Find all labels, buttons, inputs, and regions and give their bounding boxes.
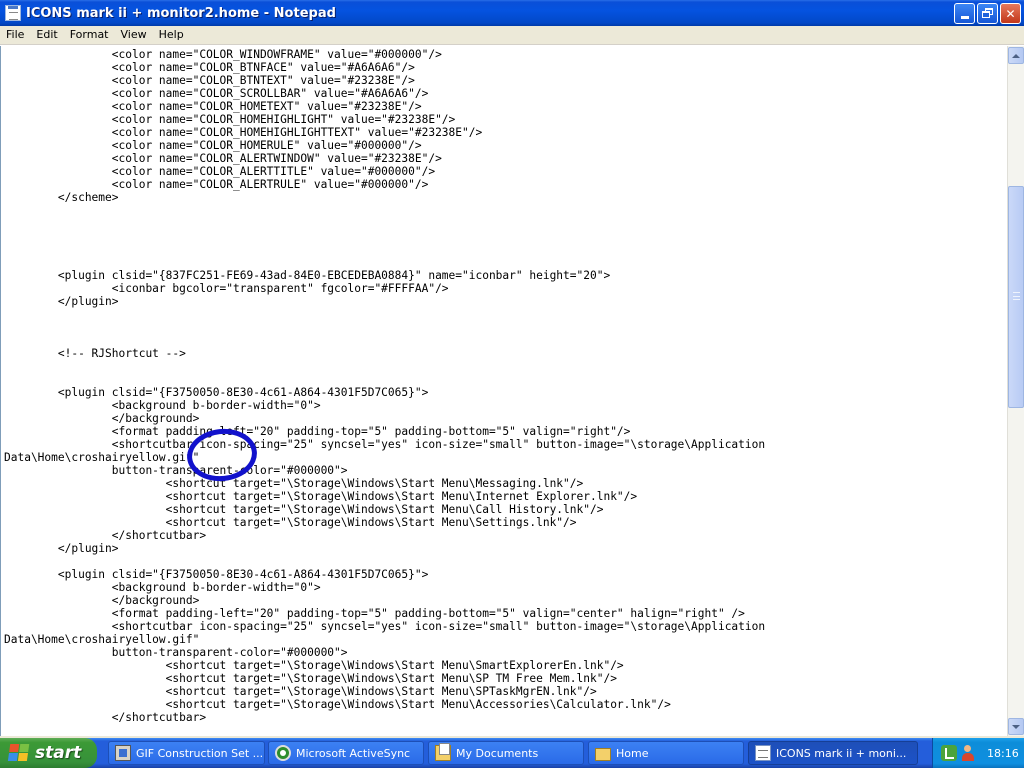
user-tray-icon[interactable] <box>960 745 976 761</box>
text-line: Data\Home\croshairyellow.gif" <box>4 633 200 646</box>
text-line: <background b-border-width="0"> <box>4 581 321 594</box>
menu-help[interactable]: Help <box>153 26 190 45</box>
notepad-icon <box>755 745 771 761</box>
text-line: button-transparent-color="#000000"> <box>4 464 348 477</box>
vertical-scrollbar[interactable] <box>1007 46 1024 736</box>
text-line: <color name="COLOR_HOMEHIGHLIGHTTEXT" va… <box>4 126 483 139</box>
my-documents-icon <box>435 743 451 761</box>
text-line: <plugin clsid="{F3750050-8E30-4c61-A864-… <box>4 386 429 399</box>
scroll-up-button[interactable] <box>1008 47 1024 64</box>
activesync-tray-icon[interactable] <box>941 745 957 761</box>
text-line: <color name="COLOR_BTNTEXT" value="#2323… <box>4 74 415 87</box>
close-button[interactable]: ✕ <box>1000 3 1021 24</box>
restore-button[interactable] <box>977 3 998 24</box>
text-line: <shortcutbar icon-spacing="25" syncsel="… <box>4 438 766 451</box>
text-line: <shortcut target="\Storage\Windows\Start… <box>4 516 577 529</box>
scroll-down-button[interactable] <box>1008 718 1024 735</box>
title-bar[interactable]: ICONS mark ii + monitor2.home - Notepad … <box>0 0 1024 26</box>
taskbar-item-gif-construction[interactable]: GIF Construction Set ... <box>108 741 265 765</box>
menu-file[interactable]: File <box>0 26 30 45</box>
text-line: <color name="COLOR_ALERTWINDOW" value="#… <box>4 152 442 165</box>
text-line: <!-- RJShortcut --> <box>4 347 186 360</box>
windows-logo-icon <box>7 744 31 762</box>
text-line: </plugin> <box>4 295 119 308</box>
restore-icon <box>982 8 993 19</box>
start-label: start <box>35 743 82 763</box>
taskbar-item-activesync[interactable]: Microsoft ActiveSync <box>268 741 424 765</box>
text-line: <shortcut target="\Storage\Windows\Start… <box>4 685 597 698</box>
task-label: Microsoft ActiveSync <box>296 746 411 760</box>
text-line: </shortcutbar> <box>4 711 207 724</box>
text-line: <shortcutbar icon-spacing="25" syncsel="… <box>4 620 766 633</box>
window-title: ICONS mark ii + monitor2.home - Notepad <box>26 5 336 21</box>
text-line: <iconbar bgcolor="transparent" fgcolor="… <box>4 282 449 295</box>
taskbar-item-home[interactable]: Home <box>588 741 744 765</box>
minimize-icon <box>960 16 969 19</box>
taskbar-item-my-documents[interactable]: My Documents <box>428 741 584 765</box>
editor-content[interactable]: <color name="COLOR_WINDOWFRAME" value="#… <box>1 46 1007 724</box>
system-tray: 18:16 <box>932 738 1024 768</box>
text-line: <plugin clsid="{837FC251-FE69-43ad-84E0-… <box>4 269 611 282</box>
text-line: <shortcut target="\Storage\Windows\Start… <box>4 490 638 503</box>
menu-bar: File Edit Format View Help <box>0 26 1024 45</box>
text-line: </background> <box>4 594 200 607</box>
activesync-icon <box>275 745 291 761</box>
text-line: <format padding-left="20" padding-top="5… <box>4 607 745 620</box>
text-line: </plugin> <box>4 542 119 555</box>
text-line: button-transparent-color="#000000"> <box>4 646 348 659</box>
text-editor[interactable]: <color name="COLOR_WINDOWFRAME" value="#… <box>0 46 1007 736</box>
text-line: </shortcutbar> <box>4 529 207 542</box>
text-line: <format padding-left="20" padding-top="5… <box>4 425 631 438</box>
text-line: <shortcut target="\Storage\Windows\Start… <box>4 477 584 490</box>
task-label: Home <box>616 746 649 760</box>
task-label: ICONS mark ii + moni... <box>776 746 907 760</box>
taskbar-item-notepad[interactable]: ICONS mark ii + moni... <box>748 741 918 765</box>
notepad-icon[interactable] <box>5 5 21 21</box>
text-line: <color name="COLOR_HOMETEXT" value="#232… <box>4 100 422 113</box>
text-line: Data\Home\croshairyellow.gif" <box>4 451 200 464</box>
text-line: <color name="COLOR_HOMERULE" value="#000… <box>4 139 422 152</box>
text-line: <shortcut target="\Storage\Windows\Start… <box>4 672 617 685</box>
minimize-button[interactable] <box>954 3 975 24</box>
text-line: <background b-border-width="0"> <box>4 399 321 412</box>
text-line: </background> <box>4 412 200 425</box>
text-line: <color name="COLOR_HOMEHIGHLIGHT" value=… <box>4 113 456 126</box>
window-controls: ✕ <box>954 3 1021 24</box>
text-line: </scheme> <box>4 191 119 204</box>
scroll-thumb[interactable] <box>1008 186 1024 408</box>
arrow-up-icon <box>1012 53 1020 58</box>
text-line: <color name="COLOR_WINDOWFRAME" value="#… <box>4 48 442 61</box>
text-line: <color name="COLOR_SCROLLBAR" value="#A6… <box>4 87 429 100</box>
menu-edit[interactable]: Edit <box>30 26 63 45</box>
start-button[interactable]: start <box>0 738 97 768</box>
grip-icon <box>1013 292 1020 300</box>
gif-construction-icon <box>115 745 131 761</box>
text-line: <color name="COLOR_BTNFACE" value="#A6A6… <box>4 61 415 74</box>
text-line: <shortcut target="\Storage\Windows\Start… <box>4 698 671 711</box>
text-line: <shortcut target="\Storage\Windows\Start… <box>4 503 604 516</box>
folder-icon <box>595 748 611 761</box>
text-line: <color name="COLOR_ALERTRULE" value="#00… <box>4 178 429 191</box>
close-icon: ✕ <box>1005 6 1016 21</box>
text-line: <color name="COLOR_ALERTTITLE" value="#0… <box>4 165 436 178</box>
text-line: <plugin clsid="{F3750050-8E30-4c61-A864-… <box>4 568 429 581</box>
menu-format[interactable]: Format <box>64 26 115 45</box>
menu-view[interactable]: View <box>115 26 153 45</box>
clock[interactable]: 18:16 <box>987 747 1019 760</box>
taskbar: start GIF Construction Set ... Microsoft… <box>0 738 1024 768</box>
text-line: <shortcut target="\Storage\Windows\Start… <box>4 659 624 672</box>
task-label: My Documents <box>456 746 539 760</box>
arrow-down-icon <box>1012 724 1020 729</box>
task-label: GIF Construction Set ... <box>136 746 264 760</box>
